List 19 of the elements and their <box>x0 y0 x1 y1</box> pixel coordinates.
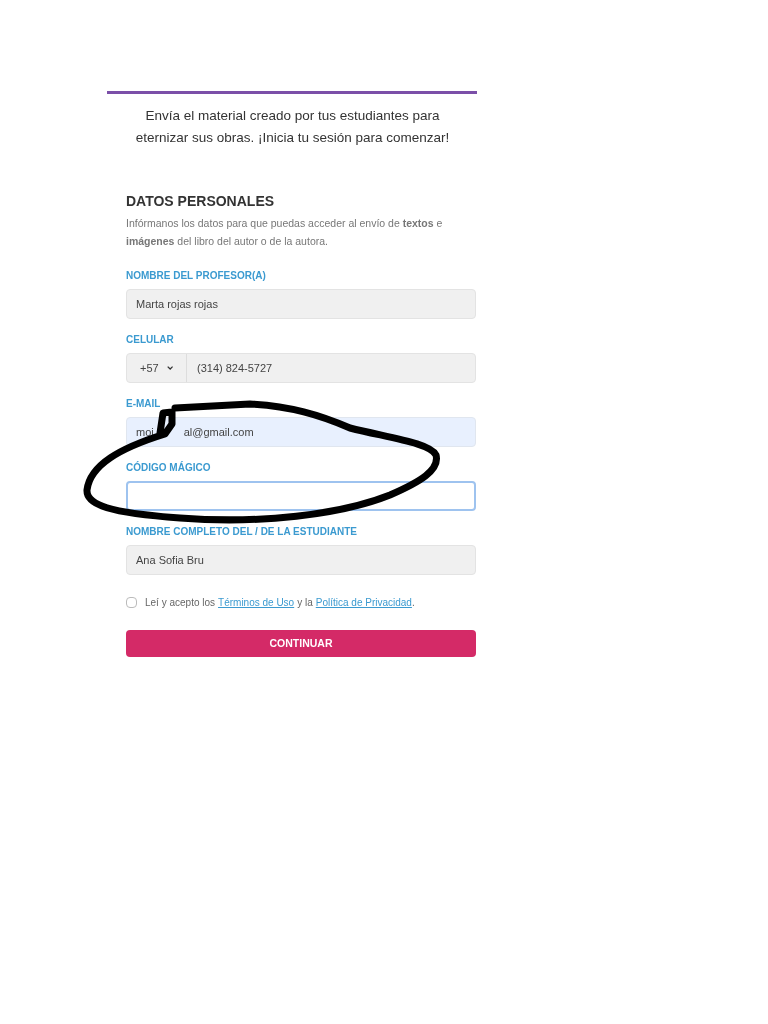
intro-text: Envía el material creado por tus estudiantes para eternizar sus obras. ¡Inicia tu sesión para comenzar! <box>134 107 451 147</box>
phone-field[interactable]: +57 (314) 824-5727 <box>126 353 476 383</box>
country-code-select[interactable]: +57 <box>127 354 187 382</box>
field-label: NOMBRE COMPLETO DEL / DE LA ESTUDIANTE <box>126 525 358 539</box>
consent-checkbox[interactable] <box>126 597 137 608</box>
text-field[interactable]: Ana Sofia Bru <box>126 545 476 575</box>
field-label: CÓDIGO MÁGICO <box>126 460 212 475</box>
text-field[interactable]: Marta rojas rojas <box>126 289 476 319</box>
field-label: E-MAIL <box>126 397 162 411</box>
consent-text: . <box>411 596 415 610</box>
consent-text: y la <box>297 596 313 610</box>
field-label: NOMBRE DEL PROFESOR(A) <box>126 269 267 283</box>
chevron-down-icon <box>166 365 173 371</box>
text-field[interactable] <box>126 481 476 511</box>
section-description: Infórmanos los datos para que puedas acceder al envío de textos e imágenes del libro del autor o de la autora. <box>126 216 444 249</box>
field-label: CELULAR <box>126 333 175 347</box>
continue-button[interactable]: CONTINUAR <box>126 630 476 657</box>
section-title: DATOS PERSONALES <box>126 192 276 211</box>
consent-text: Leí y acepto los <box>145 596 216 610</box>
